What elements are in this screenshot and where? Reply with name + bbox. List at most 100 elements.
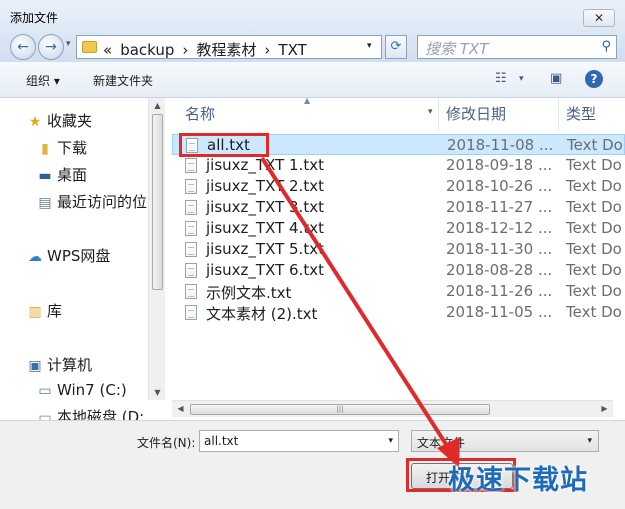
file-name: jisuxz_TXT 4.txt [206,219,324,237]
text-file-icon [186,138,198,153]
file-type: Text Do [566,198,622,216]
computer-icon: ▣ [28,358,42,374]
column-header-type[interactable]: 类型 [566,103,596,124]
command-bar: 组织 ▾ 新建文件夹 ☷ ▾ ▣ ? [0,62,625,98]
search-placeholder: 搜索 TXT [425,40,489,58]
file-date: 2018-11-30 ... [446,240,553,258]
file-type: Text Do [566,177,622,195]
back-button[interactable]: ← [10,34,36,60]
file-row[interactable]: 文本素材 (2).txt 2018-11-05 ... Text Do [172,302,625,323]
search-icon[interactable]: ⚲ [601,39,611,54]
scroll-thumb[interactable] [152,114,163,290]
file-type: Text Do [566,282,622,300]
chevron-down-icon[interactable]: ▾ [388,436,393,446]
file-row[interactable]: jisuxz_TXT 6.txt 2018-08-28 ... Text Do [172,260,625,281]
file-row[interactable]: jisuxz_TXT 4.txt 2018-12-12 ... Text Do [172,218,625,239]
drive-icon: ▭ [38,410,52,420]
back-arrow-icon: ← [17,39,29,55]
text-file-icon [185,263,197,278]
filetype-value: 文本文件 [417,436,466,450]
chevron-down-icon: ▾ [587,436,592,446]
file-name: jisuxz_TXT 3.txt [206,198,324,216]
address-input[interactable]: « backup › 教程素材 › TXT ▾ [76,35,382,59]
file-row[interactable]: jisuxz_TXT 3.txt 2018-11-27 ... Text Do [172,197,625,218]
nav-wps-cloud[interactable]: ☁ WPS网盘 [26,245,110,266]
scroll-left-icon[interactable]: ◀ [172,404,189,413]
navigation-scrollbar[interactable]: ▲ ▼ [148,98,165,400]
file-row[interactable]: jisuxz_TXT 2.txt 2018-10-26 ... Text Do [172,176,625,197]
column-divider[interactable] [558,98,559,130]
nav-drive-c[interactable]: ▭ Win7 (C:) [36,381,126,399]
file-type: Text Do [566,156,622,174]
file-name: all.txt [207,136,250,154]
file-row[interactable]: 示例文本.txt 2018-11-26 ... Text Do [172,281,625,302]
new-folder-button[interactable]: 新建文件夹 [93,72,153,89]
column-filter-icon[interactable]: ▾ [428,107,433,117]
breadcrumb-backup[interactable]: backup [120,41,174,59]
view-dropdown-icon[interactable]: ▾ [519,74,524,84]
scroll-thumb[interactable]: ||| [190,404,490,415]
file-date: 2018-11-27 ... [446,198,553,216]
scroll-down-icon[interactable]: ▼ [149,388,166,397]
file-name: jisuxz_TXT 1.txt [206,156,324,174]
nav-computer[interactable]: ▣ 计算机 [26,354,92,375]
nav-favorites[interactable]: ★ 收藏夹 [26,110,92,131]
breadcrumb-separator[interactable]: › [182,41,188,59]
file-name: 示例文本.txt [206,284,292,302]
nav-recent[interactable]: ▤ 最近访问的位 [36,191,147,212]
file-name: jisuxz_TXT 2.txt [206,177,324,195]
nav-libraries[interactable]: ▥ 库 [26,300,62,321]
breadcrumb: « backup › 教程素材 › TXT [103,39,315,60]
horizontal-scrollbar[interactable]: ◀ ||| ▶ [172,400,613,417]
column-header-name[interactable]: 名称 [185,103,215,124]
breadcrumb-txt[interactable]: TXT [278,41,306,59]
view-options-icon[interactable]: ☷ [495,71,507,86]
breadcrumb-tutorial-material[interactable]: 教程素材 [196,41,256,59]
address-dropdown-icon[interactable]: ▾ [367,41,372,51]
file-type: Text Do [566,240,622,258]
nav-downloads[interactable]: ▮ 下载 [36,137,87,158]
breadcrumb-overflow[interactable]: « [103,41,112,59]
file-type: Text Do [566,261,622,279]
close-button[interactable]: ✕ [583,9,615,27]
file-type: Text Do [567,136,623,154]
preview-pane-icon[interactable]: ▣ [550,71,562,86]
forward-button[interactable]: → [38,34,64,60]
folder-icon: ▮ [41,141,49,157]
text-file-icon [185,200,197,215]
file-row[interactable]: all.txt 2018-11-08 ... Text Do [172,134,625,155]
watermark: 极速下载站 [448,465,588,496]
breadcrumb-separator[interactable]: › [264,41,270,59]
column-header-date[interactable]: 修改日期 [446,103,506,124]
help-icon[interactable]: ? [585,70,603,88]
recent-pages-dropdown[interactable]: ▾ [66,39,71,49]
drive-icon: ▭ [38,383,52,399]
column-divider[interactable] [438,98,439,130]
nav-drive-d[interactable]: ▭ 本地磁盘 (D: [36,406,144,420]
nav-desktop[interactable]: ▬ 桌面 [36,164,87,185]
organize-button[interactable]: 组织 ▾ [26,72,60,89]
scroll-up-icon[interactable]: ▲ [149,101,166,110]
file-row[interactable]: jisuxz_TXT 5.txt 2018-11-30 ... Text Do [172,239,625,260]
text-file-icon [185,221,197,236]
filetype-select[interactable]: 文本文件 ▾ [411,430,599,452]
title-bar: 添加文件 ✕ [0,0,625,32]
desktop-icon: ▬ [38,168,52,184]
text-file-icon [185,305,197,320]
forward-arrow-icon: → [45,39,57,55]
file-date: 2018-11-05 ... [446,303,553,321]
file-list: 名称 ▲ ▾ 修改日期 类型 all.txt 2018-11-08 ... Te… [172,98,625,418]
text-file-icon [185,179,197,194]
star-icon: ★ [28,114,42,130]
recent-icon: ▤ [38,195,52,211]
scroll-right-icon[interactable]: ▶ [596,404,613,413]
file-name: jisuxz_TXT 6.txt [206,261,324,279]
filename-input[interactable]: all.txt ▾ [199,430,399,452]
search-input[interactable]: 搜索 TXT ⚲ [417,35,617,59]
filename-label: 文件名(N): [137,436,196,450]
text-file-icon [185,158,197,173]
file-name: jisuxz_TXT 5.txt [206,240,324,258]
file-date: 2018-12-12 ... [446,219,553,237]
refresh-button[interactable]: ⟳ [385,35,407,59]
file-row[interactable]: jisuxz_TXT 1.txt 2018-09-18 ... Text Do [172,155,625,176]
